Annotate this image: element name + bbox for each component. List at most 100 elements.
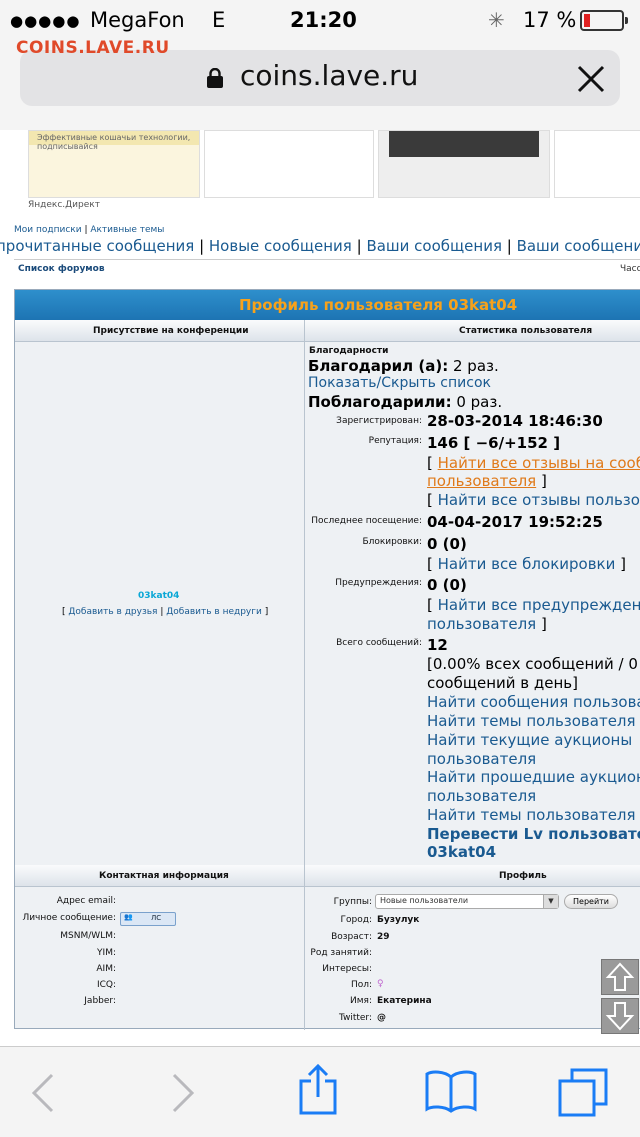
active-topics-link[interactable]: Активные темы — [90, 225, 164, 235]
back-chevron-icon[interactable] — [30, 1073, 56, 1113]
female-icon: ♀ — [377, 979, 384, 989]
reputation-value: 146 [ −6/+152 ] — [427, 434, 561, 452]
ad-banner-3[interactable] — [378, 130, 550, 198]
reviews-about-row-2: пользователя ] — [427, 472, 547, 490]
find-blocks-link[interactable]: Найти все блокировки — [438, 555, 616, 573]
translate-lv-link[interactable]: Перевести Lv пользовате — [427, 825, 640, 843]
find-warnings-link[interactable]: Найти все предупреждени — [438, 596, 640, 614]
warnings-value: 0 (0) — [427, 576, 467, 594]
profile-info-header: Профиль — [305, 865, 640, 887]
breadcrumb-right-text: Часо — [620, 264, 640, 274]
email-label: Адрес email: — [56, 896, 116, 906]
total-posts-value: 12 — [427, 636, 448, 654]
groups-selected-value: Новые пользователи — [380, 896, 469, 905]
show-hide-list-link[interactable]: Показать/Скрыть список — [308, 375, 491, 391]
find-past-auctions-link[interactable]: Найти прошедшие аукционы — [427, 768, 640, 786]
profile-info-header-label: Профиль — [499, 871, 547, 881]
presence-header-label: Присутствие на конференции — [93, 326, 249, 336]
translate-lv-link-2[interactable]: 03kat04 — [427, 843, 496, 861]
name-label: Имя: — [350, 996, 372, 1006]
browser-toolbar — [0, 1046, 640, 1137]
pm-label: Личное сообщение: — [22, 913, 116, 923]
divider — [14, 259, 640, 260]
chevron-down-icon: ▼ — [543, 895, 558, 908]
ad-banner-2[interactable] — [204, 130, 374, 198]
find-reviews-about-link-2[interactable]: пользователя — [427, 472, 536, 490]
find-current-auctions-link-2[interactable]: пользователя — [427, 750, 536, 768]
your-messages-link[interactable]: Ваши сообщения — [366, 237, 502, 255]
activity-spinner-icon: ✳ — [488, 8, 505, 32]
presence-column-header: Присутствие на конференции — [15, 320, 304, 342]
aim-label: AIM: — [96, 964, 116, 974]
username-link[interactable]: 03kat04 — [138, 591, 179, 601]
blocks-label: Блокировки: — [362, 537, 422, 547]
find-user-topics-link[interactable]: Найти темы пользователя — [427, 712, 636, 730]
thanked-label: Благодарил (а): — [308, 357, 449, 375]
warnings-label: Предупреждения: — [335, 578, 422, 588]
contacts-header-label: Контактная информация — [99, 871, 229, 881]
subscriptions-link[interactable]: Мои подписки — [14, 225, 82, 235]
twitter-value[interactable]: @ — [377, 1013, 386, 1023]
scroll-up-button[interactable] — [601, 959, 639, 995]
find-past-auctions-link-2[interactable]: пользователя — [427, 787, 536, 805]
close-icon[interactable] — [574, 62, 608, 96]
bookmarks-icon[interactable] — [424, 1069, 478, 1113]
find-user-posts-link[interactable]: Найти сообщения пользова — [427, 693, 640, 711]
jabber-label: Jabber: — [84, 996, 116, 1006]
add-foe-link[interactable]: Добавить в недруги — [166, 607, 262, 617]
your-messages-link-2[interactable]: Ваши сообщения — [517, 237, 640, 255]
name-value: Екатерина — [377, 996, 432, 1006]
scroll-down-button[interactable] — [601, 998, 639, 1034]
total-posts-label: Всего сообщений: — [336, 638, 422, 648]
quick-links: Мои подписки | Активные темы — [14, 225, 165, 235]
ad-photo — [389, 131, 539, 157]
find-current-auctions-link[interactable]: Найти текущие аукционы — [427, 731, 632, 749]
signal-strength-icon: ●●●●● — [10, 12, 81, 30]
carrier-name: MegaFon — [90, 8, 185, 32]
registered-value: 28-03-2014 18:46:30 — [427, 412, 603, 430]
msnm-label: MSNM/WLM: — [60, 931, 116, 941]
age-value: 29 — [377, 932, 390, 942]
unread-messages-link[interactable]: прочитанные сообщения — [0, 237, 194, 255]
stats-header-label: Статистика пользователя — [459, 326, 593, 336]
city-label: Город: — [340, 915, 372, 925]
stats-column-header: Статистика пользователя — [305, 320, 640, 342]
new-messages-link[interactable]: Новые сообщения — [209, 237, 352, 255]
breadcrumb-forum-list[interactable]: Список форумов — [18, 264, 105, 274]
tabs-icon[interactable] — [556, 1067, 610, 1117]
ad-banner-1[interactable]: Эффективные кошачьи технологии, подписыв… — [28, 130, 200, 198]
groups-label: Группы: — [333, 897, 372, 907]
clock: 21:20 — [290, 8, 357, 32]
was-thanked-value: 0 раз. — [456, 393, 503, 411]
lock-icon — [207, 68, 223, 88]
groups-select[interactable]: Новые пользователи ▼ — [375, 894, 559, 909]
find-reviews-about-link[interactable]: Найти все отзывы на сооб — [438, 454, 640, 472]
share-icon[interactable] — [298, 1063, 338, 1115]
forward-chevron-icon[interactable] — [170, 1073, 196, 1113]
yim-label: YIM: — [97, 948, 116, 958]
icq-label: ICQ: — [96, 980, 116, 990]
find-warnings-link-2[interactable]: пользователя — [427, 615, 536, 633]
column-divider — [304, 320, 305, 1030]
message-links: прочитанные сообщения | Новые сообщения … — [0, 237, 640, 255]
was-thanked-label: Поблагодарили: — [308, 393, 452, 411]
thanked-row: Благодарил (а): 2 раз. — [308, 357, 499, 375]
go-button[interactable]: Перейти — [564, 894, 618, 909]
occupation-label: Род занятий: — [310, 948, 372, 958]
battery-icon — [580, 10, 628, 31]
interests-label: Интересы: — [322, 964, 372, 974]
thanks-header: Благодарности — [309, 346, 389, 356]
pm-button[interactable]: 👥 ЛС — [120, 912, 176, 926]
url-text[interactable]: coins.lave.ru — [240, 59, 418, 92]
add-friend-link[interactable]: Добавить в друзья — [68, 607, 157, 617]
profile-title-bar: Профиль пользователя 03kat04 — [15, 290, 640, 320]
find-topics-in-link[interactable]: Найти темы пользователя в — [427, 806, 640, 824]
presence-cell — [15, 343, 303, 863]
warnings-row-2: пользователя ] — [427, 615, 547, 633]
last-visit-label: Последнее посещение: — [311, 516, 422, 526]
find-reviews-by-link[interactable]: Найти все отзывы пользов — [438, 491, 640, 509]
network-type: E — [212, 8, 226, 32]
reviews-by-row: [ Найти все отзывы пользов — [427, 491, 640, 509]
ad-banner-4[interactable] — [554, 130, 640, 198]
blocks-value: 0 (0) — [427, 535, 467, 553]
